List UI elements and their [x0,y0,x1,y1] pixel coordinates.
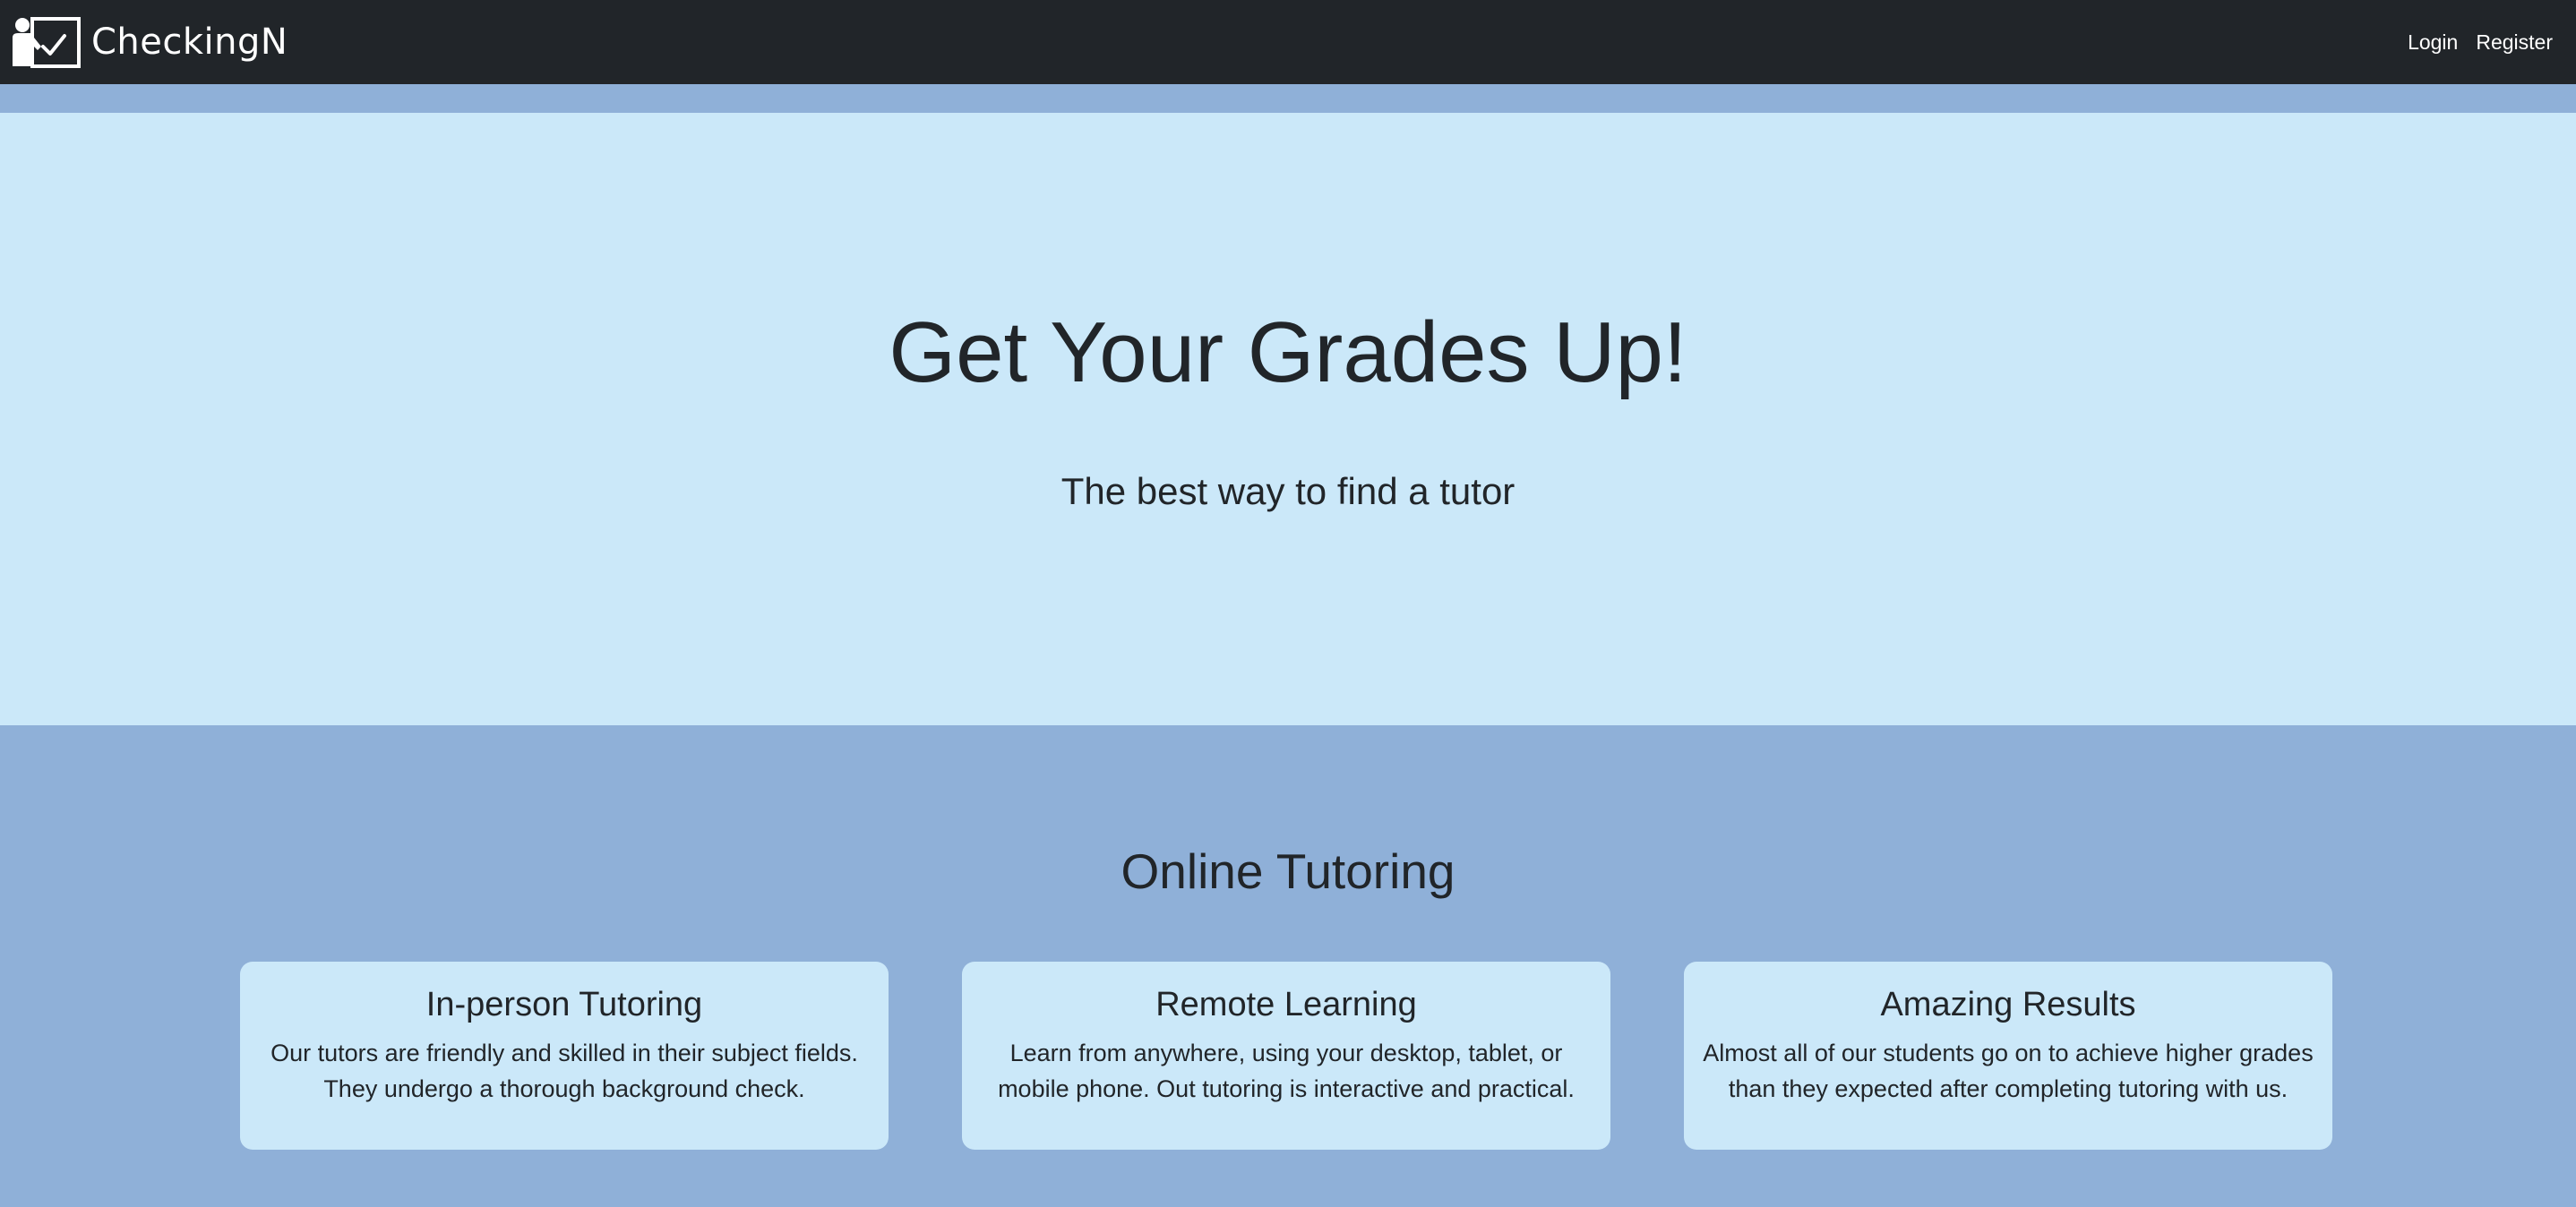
card-text: Our tutors are friendly and skilled in t… [270,1039,858,1102]
register-link[interactable]: Register [2476,30,2553,55]
features-section: Online Tutoring In-person Tutoring Our t… [0,725,2576,1207]
brand-name: CheckingN [91,21,288,63]
hero-subtitle: The best way to find a tutor [1060,470,1516,512]
card-title: Amazing Results [1880,986,2136,1023]
top-navbar: CheckingN Login Register [0,0,2576,84]
hero-section: Get Your Grades Up! The best way to find… [0,113,2576,725]
feature-card-results: Amazing Results Almost all of our studen… [1684,962,2332,1150]
login-link[interactable]: Login [2408,30,2458,55]
feature-card-remote: Remote Learning Learn from anywhere, usi… [962,962,1610,1150]
card-title: In-person Tutoring [425,986,703,1023]
hero-title: Get Your Grades Up! [889,304,1687,400]
card-title: Remote Learning [1155,986,1417,1023]
nav-links: Login Register [2408,30,2565,55]
card-text: Almost all of our students go on to achi… [1703,1039,2314,1102]
feature-card-in-person: In-person Tutoring Our tutors are friend… [240,962,889,1150]
features-title: Online Tutoring [1121,843,1455,899]
teacher-board-icon [13,17,81,68]
card-text: Learn from anywhere, using your desktop,… [998,1039,1575,1102]
brand-link[interactable]: CheckingN [11,16,288,68]
header-strip [0,84,2576,113]
